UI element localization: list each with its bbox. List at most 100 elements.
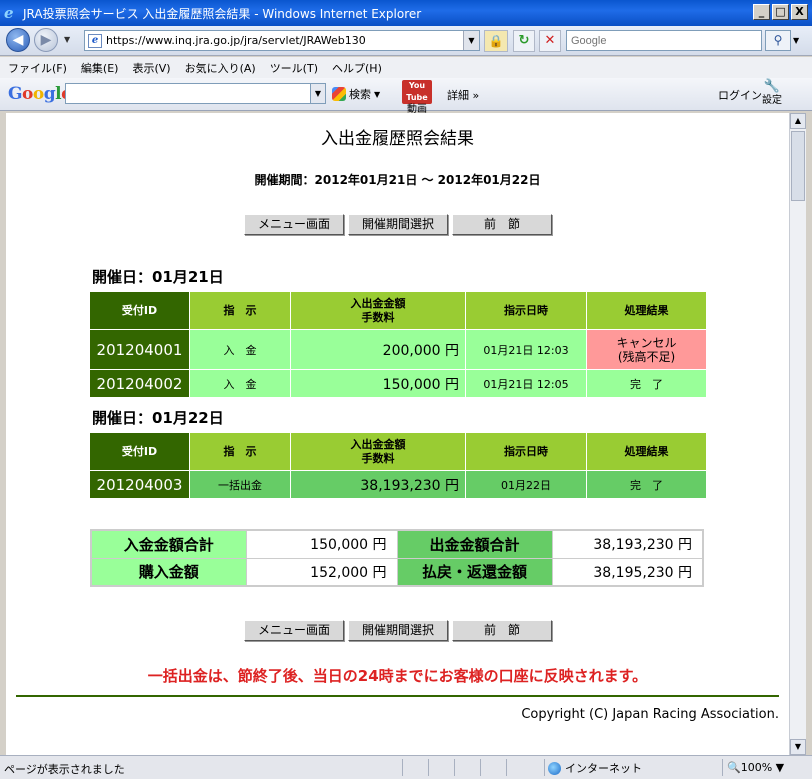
period-text: 開催期間：2012年01月21日 〜 2012年01月22日 [254,173,541,187]
scroll-down-icon[interactable]: ▼ [790,739,806,755]
google-icon [332,87,346,101]
menu-tools[interactable]: ツール(T) [270,60,318,76]
row-datetime: 01月21日 12:03 [465,329,587,370]
status-divider [722,759,723,776]
col-instruction: 指 示 [189,432,291,471]
row-amount: 150,000 円 [290,369,466,398]
col-result: 処理結果 [586,291,707,330]
row-amount: 38,193,230 円 [290,470,466,499]
address-dropdown-icon[interactable]: ▼ [463,31,479,50]
deposit-total-value: 150,000 円 [245,529,398,559]
payout-value: 38,195,230 円 [551,557,704,587]
search-dropdown-icon[interactable]: ▼ [793,36,799,45]
payout-label: 払戻・返還金額 [396,557,553,587]
google-search-button[interactable]: 検索 ▼ [332,86,380,102]
search-input[interactable] [566,30,762,51]
row-result: 完 了 [586,369,707,398]
status-divider [544,759,545,776]
stop-button[interactable]: ✕ [539,30,561,52]
period-select-button[interactable]: 開催期間選択 [348,214,448,235]
google-toolbar: Google ▼ 検索 ▼ You Tube 動画 詳細 » ログイン 🔧 設定 [0,78,812,115]
row-datetime: 01月21日 12:05 [465,369,587,398]
ie-logo-icon: e [4,4,14,22]
search-icon[interactable]: ⚲ [765,30,791,51]
wrench-icon: 🔧 [763,79,781,94]
bottom-button-row: メニュー画面 開催期間選択 前 節 [244,620,552,641]
youtube-icon: You Tube [402,80,432,104]
forward-button[interactable]: ▶ [34,28,58,52]
row-amount: 200,000 円 [290,329,466,370]
history-table-day2: 受付ID 指 示 入出金金額 手数料 指示日時 処理結果 201204003 一括… [89,432,707,499]
settings-button[interactable]: 🔧 設定 [762,80,782,107]
col-result: 処理結果 [586,432,707,471]
youtube-button[interactable]: You Tube 動画 [402,80,432,116]
close-button[interactable]: X [791,4,808,20]
summary-table: 入金金額合計 150,000 円 出金金額合計 38,193,230 円 購入金… [90,529,704,587]
col-amount-label: 入出金金額 [350,296,406,310]
scroll-up-icon[interactable]: ▲ [790,113,806,129]
back-button[interactable]: ◀ [6,28,30,52]
status-message: ページが表示されました [4,763,125,776]
address-toolbar: ◀ ▶ ▼ e https://www.inq.jra.go.jp/jra/se… [0,26,812,56]
table-row: 201204002 入 金 150,000 円 01月21日 12:05 完 了 [89,369,707,398]
col-amount-label: 入出金金額 [350,437,406,451]
google-logo[interactable]: Google [8,84,72,104]
zoom-control[interactable]: 🔍100% ▼ [727,761,784,774]
period-select-button[interactable]: 開催期間選択 [348,620,448,641]
window-titlebar[interactable]: e JRA投票照会サービス 入出金履歴照会結果 - Windows Intern… [0,0,812,26]
prev-meet-button[interactable]: 前 節 [452,214,552,235]
withdraw-total-value: 38,193,230 円 [551,529,704,559]
page-icon: e [88,33,102,48]
menu-view[interactable]: 表示(V) [132,60,170,76]
status-bar: ページが表示されました インターネット 🔍100% ▼ [0,755,812,779]
google-search-dropdown-icon[interactable]: ▼ [311,83,326,104]
lock-icon[interactable]: 🔒 [484,30,508,52]
col-instruction: 指 示 [189,291,291,330]
top-button-row: メニュー画面 開催期間選択 前 節 [244,214,552,235]
security-zone[interactable]: インターネット [548,760,642,776]
window-controls: _ □ X [753,4,808,20]
address-bar[interactable]: e https://www.inq.jra.go.jp/jra/servlet/… [84,30,480,51]
scroll-thumb[interactable] [791,131,805,201]
settings-label: 設定 [762,95,782,106]
status-divider [454,759,455,776]
col-id: 受付ID [89,291,190,330]
menu-edit[interactable]: 編集(E) [81,60,119,76]
maximize-button[interactable]: □ [772,4,789,20]
prev-meet-button[interactable]: 前 節 [452,620,552,641]
vertical-scrollbar[interactable]: ▲ ▼ [789,113,806,755]
deposit-total-label: 入金金額合計 [90,529,247,559]
summary-row: 入金金額合計 150,000 円 出金金額合計 38,193,230 円 [90,529,704,559]
menu-file[interactable]: ファイル(F) [8,60,67,76]
menu-bar: ファイル(F) 編集(E) 表示(V) お気に入り(A) ツール(T) ヘルプ(… [0,57,812,78]
page-title: 入出金履歴照会結果 [321,129,474,149]
login-button[interactable]: ログイン [718,87,762,103]
menu-screen-button[interactable]: メニュー画面 [244,214,344,235]
zone-label: インターネット [565,762,642,775]
minimize-button[interactable]: _ [753,4,770,20]
google-search-input[interactable] [65,83,311,104]
table-header-row: 受付ID 指 示 入出金金額 手数料 指示日時 処理結果 [89,291,707,330]
table-header-row: 受付ID 指 示 入出金金額 手数料 指示日時 処理結果 [89,432,707,471]
col-fee-label: 手数料 [361,310,395,324]
copyright-text: Copyright (C) Japan Racing Association. [521,707,779,722]
history-dropdown-icon[interactable]: ▼ [64,35,70,44]
withdraw-total-label: 出金金額合計 [396,529,553,559]
refresh-button[interactable]: ↻ [513,30,535,52]
window-title: JRA投票照会サービス 入出金履歴照会結果 - Windows Internet… [23,6,422,21]
google-search-label: 検索 [349,88,371,101]
table-row: 201204001 入 金 200,000 円 01月21日 12:03 キャン… [89,329,707,370]
menu-favorites[interactable]: お気に入り(A) [185,60,256,76]
menu-screen-button[interactable]: メニュー画面 [244,620,344,641]
purchase-label: 購入金額 [90,557,247,587]
google-search-dropdown-arrow-icon: ▼ [374,89,381,99]
day-heading: 開催日：01月21日 [92,268,224,286]
row-id: 201204003 [89,470,190,499]
col-datetime: 指示日時 [465,291,587,330]
row-id: 201204002 [89,369,190,398]
detail-button[interactable]: 詳細 » [447,87,479,103]
page-content: 入出金履歴照会結果 開催期間：2012年01月21日 〜 2012年01月22日… [6,113,789,755]
row-result: 完 了 [586,470,707,499]
url-text[interactable]: https://www.inq.jra.go.jp/jra/servlet/JR… [106,34,463,47]
menu-help[interactable]: ヘルプ(H) [332,60,382,76]
